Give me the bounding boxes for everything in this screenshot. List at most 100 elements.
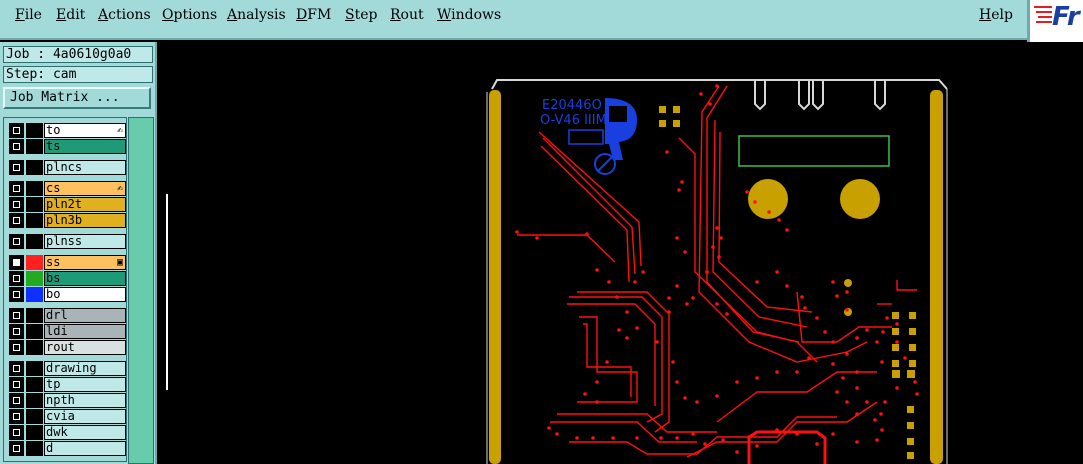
layer-name-cs[interactable]: cs ✍ — [44, 181, 126, 196]
layer-name-ss[interactable]: ss ▣ — [44, 255, 126, 270]
layer-row-d[interactable]: d — [7, 441, 126, 456]
layer-name-bs[interactable]: bs — [44, 271, 126, 286]
layer-checkbox-ss[interactable] — [9, 255, 24, 270]
menu-windows[interactable]: Windows — [437, 6, 501, 24]
layer-row-ldi[interactable]: ldi — [7, 324, 126, 339]
job-matrix-button[interactable]: Job Matrix ... — [3, 87, 151, 109]
layer-color-swatch[interactable] — [26, 271, 43, 286]
layer-color-swatch[interactable] — [26, 377, 43, 392]
layer-checkbox-ldi[interactable] — [9, 324, 24, 339]
layer-name-bo[interactable]: bo — [44, 287, 126, 302]
layer-name-ldi[interactable]: ldi — [44, 324, 126, 339]
layer-checkbox-pln3b[interactable] — [9, 213, 24, 228]
layer-row-drawing[interactable]: drawing — [7, 361, 126, 376]
layer-label: bs — [46, 271, 61, 285]
layer-row-tp[interactable]: tp — [7, 377, 126, 392]
layer-row-dwk[interactable]: dwk — [7, 425, 126, 440]
layer-label: plnss — [46, 234, 83, 248]
layer-name-drl[interactable]: drl — [44, 308, 126, 323]
menu-edit[interactable]: Edit — [56, 6, 85, 24]
layer-name-drawing[interactable]: drawing — [44, 361, 126, 376]
small-pads — [659, 106, 916, 459]
menu-actions[interactable]: Actions — [98, 6, 151, 24]
layer-color-swatch[interactable] — [26, 361, 43, 376]
layer-checkbox-bs[interactable] — [9, 271, 24, 286]
layer-name-tp[interactable]: tp — [44, 377, 126, 392]
layer-checkbox-drl[interactable] — [9, 308, 24, 323]
menu-step[interactable]: Step — [345, 6, 377, 24]
layer-checkbox-ts[interactable] — [9, 139, 24, 154]
layer-row-bo[interactable]: bo — [7, 287, 126, 302]
menu-analysis[interactable]: Analysis — [227, 6, 286, 24]
layer-label: drawing — [46, 361, 97, 375]
silkscreen: E20446O O-V46 IIIM — [540, 98, 637, 175]
layer-row-to[interactable]: to ✍ — [7, 123, 126, 138]
layer-color-swatch[interactable] — [26, 123, 43, 138]
layer-color-swatch[interactable] — [26, 287, 43, 302]
layer-color-swatch[interactable] — [26, 139, 43, 154]
layer-color-swatch[interactable] — [26, 255, 43, 270]
layer-color-swatch[interactable] — [26, 425, 43, 440]
layer-row-bs[interactable]: bs — [7, 271, 126, 286]
layer-name-rout[interactable]: rout — [44, 340, 126, 355]
layer-checkbox-d[interactable] — [9, 441, 24, 456]
layer-checkbox-cs[interactable] — [9, 181, 24, 196]
layer-row-plnss[interactable]: plnss — [7, 234, 126, 249]
layer-color-swatch[interactable] — [26, 160, 43, 175]
layer-checkbox-plnss[interactable] — [9, 234, 24, 249]
layer-color-swatch[interactable] — [26, 441, 43, 456]
edit-pen-icon: ✍ — [116, 183, 123, 194]
layer-name-to[interactable]: to ✍ — [44, 123, 126, 138]
graphics-canvas[interactable]: E20446O O-V46 IIIM — [157, 42, 1083, 464]
layer-checkbox-npth[interactable] — [9, 393, 24, 408]
layer-row-cs[interactable]: cs ✍ — [7, 181, 126, 196]
layer-checkbox-plncs[interactable] — [9, 160, 24, 175]
menu-file[interactable]: File — [15, 6, 42, 24]
cursor-line — [166, 194, 168, 390]
layer-name-d[interactable]: d — [44, 441, 126, 456]
layer-name-pln2t[interactable]: pln2t — [44, 197, 126, 212]
layer-color-swatch[interactable] — [26, 234, 43, 249]
menu-help[interactable]: Help — [979, 6, 1013, 24]
layer-row-ss[interactable]: ss ▣ — [7, 255, 126, 270]
layer-checkbox-to[interactable] — [9, 123, 24, 138]
layer-checkbox-cvia[interactable] — [9, 409, 24, 424]
layer-row-pln2t[interactable]: pln2t — [7, 197, 126, 212]
layer-row-rout[interactable]: rout — [7, 340, 126, 355]
layer-name-pln3b[interactable]: pln3b — [44, 213, 126, 228]
layer-row-npth[interactable]: npth — [7, 393, 126, 408]
layer-name-plncs[interactable]: plncs — [44, 160, 126, 175]
layer-checkbox-drawing[interactable] — [9, 361, 24, 376]
layer-color-swatch[interactable] — [26, 393, 43, 408]
layer-color-swatch[interactable] — [26, 197, 43, 212]
layer-row-pln3b[interactable]: pln3b — [7, 213, 126, 228]
layer-checkbox-pln2t[interactable] — [9, 197, 24, 212]
layer-row-ts[interactable]: ts — [7, 139, 126, 154]
layer-name-npth[interactable]: npth — [44, 393, 126, 408]
layer-checkbox-tp[interactable] — [9, 377, 24, 392]
layer-label: drl — [46, 308, 68, 322]
layer-name-dwk[interactable]: dwk — [44, 425, 126, 440]
layer-color-swatch[interactable] — [26, 308, 43, 323]
layer-row-cvia[interactable]: cvia — [7, 409, 126, 424]
layer-color-swatch[interactable] — [26, 409, 43, 424]
layer-list-scrollbar[interactable] — [128, 117, 154, 464]
layer-name-cvia[interactable]: cvia — [44, 409, 126, 424]
layer-row-plncs[interactable]: plncs — [7, 160, 126, 175]
menu-rout[interactable]: Rout — [390, 6, 424, 24]
layer-checkbox-dwk[interactable] — [9, 425, 24, 440]
layer-name-ts[interactable]: ts — [44, 139, 126, 154]
menu-options[interactable]: Options — [162, 6, 217, 24]
layer-checkbox-bo[interactable] — [9, 287, 24, 302]
menu-dfm[interactable]: DFM — [296, 6, 331, 24]
layer-color-swatch[interactable] — [26, 181, 43, 196]
layer-label: pln2t — [46, 197, 83, 211]
layer-checkbox-rout[interactable] — [9, 340, 24, 355]
layer-color-swatch[interactable] — [26, 324, 43, 339]
layer-active-icon: ▣ — [116, 257, 123, 268]
layer-label: ss — [46, 255, 61, 269]
layer-row-drl[interactable]: drl — [7, 308, 126, 323]
layer-color-swatch[interactable] — [26, 213, 43, 228]
layer-color-swatch[interactable] — [26, 340, 43, 355]
layer-name-plnss[interactable]: plnss — [44, 234, 126, 249]
